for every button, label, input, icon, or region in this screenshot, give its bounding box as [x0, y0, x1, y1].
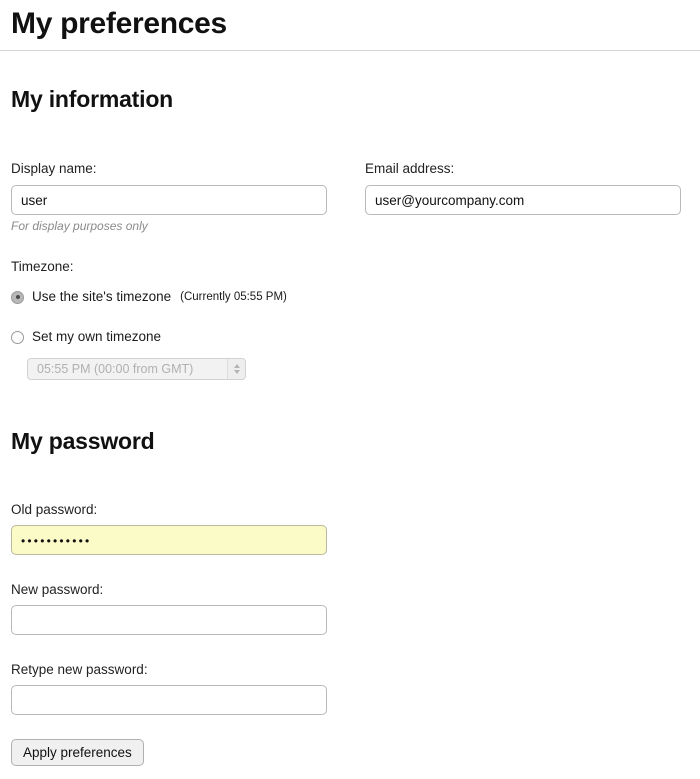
timezone-current-time-note: (Currently 05:55 PM): [180, 291, 287, 303]
section-heading-my-password: My password: [11, 428, 155, 454]
display-name-hint: For display purposes only: [11, 219, 148, 233]
timezone-option-site-label: Use the site's timezone: [32, 289, 172, 304]
old-password-label: Old password:: [11, 502, 98, 517]
old-password-masked-value: •••••••••••: [21, 534, 92, 548]
page-title: My preferences: [11, 7, 227, 40]
timezone-option-own[interactable]: Set my own timezone: [11, 329, 161, 345]
display-name-input[interactable]: [11, 185, 327, 215]
retype-password-input[interactable]: [11, 685, 327, 715]
timezone-label: Timezone:: [11, 259, 74, 274]
new-password-label: New password:: [11, 582, 104, 597]
preferences-page: My preferences My information Display na…: [0, 0, 700, 779]
title-divider: [0, 50, 700, 51]
apply-preferences-button[interactable]: Apply preferences: [11, 739, 144, 766]
timezone-select-value: 05:55 PM (00:00 from GMT): [37, 362, 194, 376]
email-input[interactable]: [365, 185, 681, 215]
timezone-option-site[interactable]: Use the site's timezone (Currently 05:55…: [11, 289, 287, 305]
radio-icon-own-timezone[interactable]: [11, 330, 24, 344]
email-label: Email address:: [365, 161, 455, 176]
radio-icon-site-timezone[interactable]: [11, 290, 24, 304]
section-heading-my-information: My information: [11, 86, 174, 112]
new-password-input[interactable]: [11, 605, 327, 635]
old-password-input[interactable]: •••••••••••: [11, 525, 327, 555]
timezone-option-own-label: Set my own timezone: [32, 329, 162, 344]
display-name-label: Display name:: [11, 161, 97, 176]
chevron-updown-icon[interactable]: [227, 359, 245, 379]
timezone-select[interactable]: 05:55 PM (00:00 from GMT): [27, 358, 246, 380]
retype-password-label: Retype new password:: [11, 662, 148, 677]
